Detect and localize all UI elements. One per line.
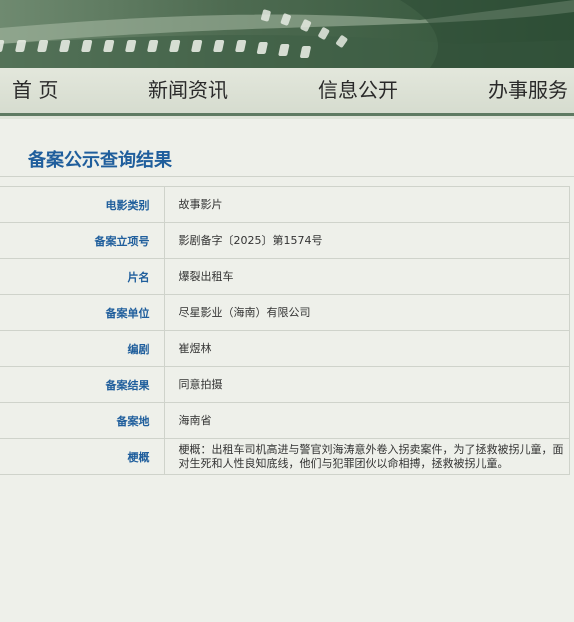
row-label: 片名 [0, 258, 165, 295]
row-value: 崔煜林 [164, 330, 570, 367]
nav-services[interactable]: 办事服务 [488, 68, 568, 113]
row-label: 梗概 [0, 438, 165, 475]
row-value: 爆裂出租车 [164, 258, 570, 295]
row-label: 备案立项号 [0, 222, 165, 259]
row-value: 同意拍摄 [164, 366, 570, 403]
header-banner [0, 0, 574, 68]
nav-news[interactable]: 新闻资讯 [148, 68, 228, 113]
row-value: 故事影片 [164, 186, 570, 223]
row-value: 梗概：出租车司机高进与警官刘海涛意外卷入拐卖案件，为了拯救被拐儿童，面对生死和人… [164, 438, 570, 475]
record-table: 电影类别 故事影片 备案立项号 影剧备字〔2025〕第1574号 片名 爆裂出租… [0, 186, 570, 475]
row-label: 备案地 [0, 402, 165, 439]
title-divider [0, 176, 574, 177]
table-row: 电影类别 故事影片 [0, 186, 570, 223]
row-label: 电影类别 [0, 186, 165, 223]
row-label: 备案结果 [0, 366, 165, 403]
table-row: 备案立项号 影剧备字〔2025〕第1574号 [0, 222, 570, 259]
table-row: 梗概 梗概：出租车司机高进与警官刘海涛意外卷入拐卖案件，为了拯救被拐儿童，面对生… [0, 438, 570, 475]
row-value: 海南省 [164, 402, 570, 439]
nav-divider [0, 116, 574, 119]
row-label: 备案单位 [0, 294, 165, 331]
row-label: 编剧 [0, 330, 165, 367]
table-row: 编剧 崔煜林 [0, 330, 570, 367]
nav-home[interactable]: 首 页 [12, 68, 58, 113]
table-row: 备案结果 同意拍摄 [0, 366, 570, 403]
film-strip-decoration [0, 0, 574, 68]
table-row: 片名 爆裂出租车 [0, 258, 570, 295]
page-title: 备案公示查询结果 [28, 150, 172, 171]
nav-info-disclosure[interactable]: 信息公开 [318, 68, 398, 113]
row-value: 尽星影业（海南）有限公司 [164, 294, 570, 331]
main-nav: 首 页 新闻资讯 信息公开 办事服务 [0, 68, 574, 116]
row-value: 影剧备字〔2025〕第1574号 [164, 222, 570, 259]
table-row: 备案地 海南省 [0, 402, 570, 439]
table-row: 备案单位 尽星影业（海南）有限公司 [0, 294, 570, 331]
